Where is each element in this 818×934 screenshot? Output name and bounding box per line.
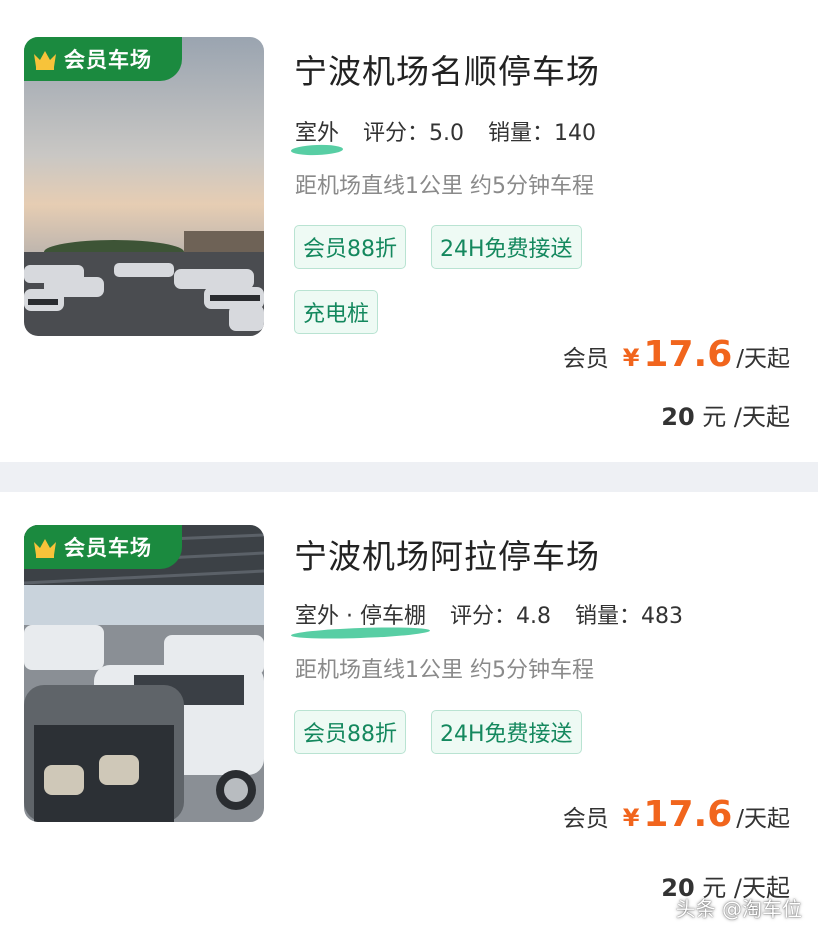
lot-type: 室外 · 停车棚 bbox=[290, 598, 431, 641]
member-price-unit: /天起 bbox=[736, 346, 790, 372]
covered-lot-image bbox=[24, 525, 264, 822]
member-price-label: 会员 bbox=[562, 346, 609, 372]
sales: 销量：483 bbox=[575, 598, 683, 630]
currency-symbol: ¥ bbox=[622, 804, 640, 832]
member-lot-badge: 会员车场 bbox=[24, 37, 182, 81]
lot-meta: 室外 · 停车棚 评分：4.8 销量：483 bbox=[290, 598, 683, 641]
member-price: 会员 ¥ 17.6 /天起 bbox=[563, 794, 790, 835]
crown-icon bbox=[34, 51, 56, 70]
distance-info: 距机场直线1公里 约5分钟车程 bbox=[295, 174, 594, 199]
rating-value: 4.8 bbox=[516, 604, 551, 629]
currency-symbol: ¥ bbox=[622, 344, 640, 372]
original-price-value: 20 bbox=[661, 403, 695, 431]
rating-value: 5.0 bbox=[429, 121, 465, 146]
rating: 评分：4.8 bbox=[450, 598, 551, 630]
parking-card[interactable]: 会员车场 宁波机场阿拉停车场 室外 · 停车棚 评分：4.8 销量：483 距机… bbox=[0, 492, 818, 934]
tag-free-shuttle: 24H免费接送 bbox=[431, 225, 582, 269]
tag-free-shuttle: 24H免费接送 bbox=[431, 710, 582, 754]
sales-label: 销量： bbox=[575, 604, 642, 629]
tag-member-discount: 会员88折 bbox=[294, 225, 406, 269]
distance-info: 距机场直线1公里 约5分钟车程 bbox=[295, 658, 594, 683]
rating-label: 评分： bbox=[363, 121, 430, 146]
lot-type-label: 室外 bbox=[295, 121, 340, 146]
source-watermark: 头条 @淘车位 bbox=[675, 897, 802, 921]
tag-member-discount: 会员88折 bbox=[294, 710, 406, 754]
parking-lot-photo[interactable]: 会员车场 bbox=[24, 525, 264, 822]
rating: 评分：5.0 bbox=[363, 115, 464, 147]
tag-charging-pile: 充电桩 bbox=[294, 290, 379, 334]
sales-label: 销量： bbox=[488, 121, 555, 146]
member-lot-badge: 会员车场 bbox=[24, 525, 182, 569]
sales: 销量：140 bbox=[488, 115, 596, 147]
lot-type-label: 室外 · 停车棚 bbox=[295, 604, 426, 629]
sales-value: 140 bbox=[554, 121, 597, 146]
member-price-unit: /天起 bbox=[736, 806, 790, 832]
parking-card[interactable]: 会员车场 宁波机场名顺停车场 室外 评分：5.0 销量：140 距机场直线1公里… bbox=[0, 0, 818, 462]
member-price-label: 会员 bbox=[562, 806, 609, 832]
badge-label: 会员车场 bbox=[64, 536, 152, 560]
parking-lot-photo[interactable]: 会员车场 bbox=[24, 37, 264, 336]
lot-meta: 室外 评分：5.0 销量：140 bbox=[290, 115, 596, 156]
crown-icon bbox=[34, 539, 56, 558]
original-price-unit: 元 /天起 bbox=[694, 403, 790, 431]
member-price: 会员 ¥ 17.6 /天起 bbox=[563, 334, 790, 375]
member-price-value: 17.6 bbox=[643, 334, 733, 375]
rating-label: 评分： bbox=[449, 604, 516, 629]
member-price-value: 17.6 bbox=[643, 794, 733, 835]
lot-name[interactable]: 宁波机场名顺停车场 bbox=[294, 45, 600, 93]
badge-label: 会员车场 bbox=[64, 48, 152, 72]
original-price: 20 元 /天起 bbox=[661, 397, 790, 432]
lot-name[interactable]: 宁波机场阿拉停车场 bbox=[294, 530, 600, 578]
outdoor-lot-image bbox=[24, 37, 264, 336]
sales-value: 483 bbox=[641, 604, 684, 629]
lot-type: 室外 bbox=[290, 115, 344, 156]
